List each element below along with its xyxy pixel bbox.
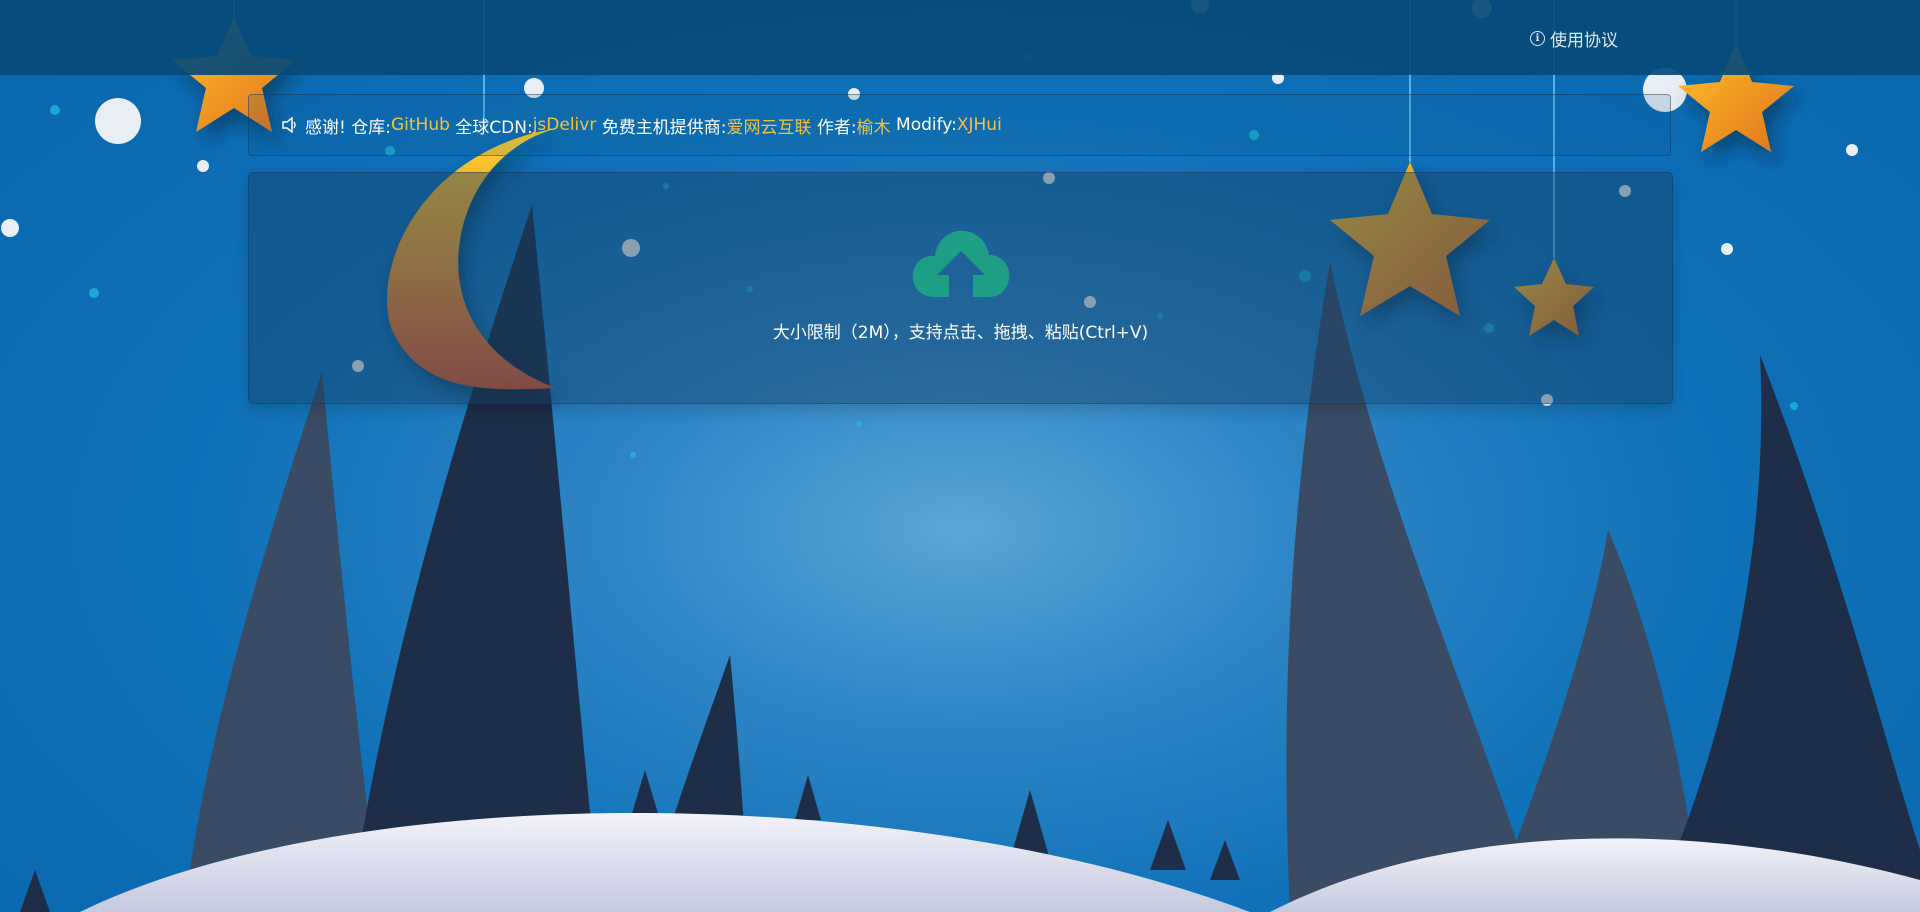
upload-hint: 大小限制（2M），支持点击、拖拽、粘贴(Ctrl+V) (772, 323, 1149, 343)
cloud-upload-icon (912, 230, 1010, 297)
speaker-icon (282, 117, 296, 133)
top-bar (0, 0, 1920, 75)
cdn-label: 全球CDN: (455, 117, 533, 138)
host-provider-link[interactable]: 爱网云互联 (726, 113, 811, 138)
modify-label: Modify: (896, 115, 957, 135)
repo-label: 仓库: (351, 117, 391, 138)
jsdelivr-link[interactable]: jsDelivr (533, 115, 597, 135)
thanks-notice-bar: 感谢! 仓库: GitHub 全球CDN: jsDelivr 免费主机提供商: … (248, 94, 1671, 156)
github-link[interactable]: GitHub (391, 115, 450, 135)
upload-dropzone[interactable]: 大小限制（2M），支持点击、拖拽、粘贴(Ctrl+V) (248, 172, 1673, 404)
modify-author-link[interactable]: XJHui (957, 115, 1002, 135)
author-label: 作者: (816, 117, 857, 138)
terms-of-use-link[interactable]: i 使用协议 (1530, 26, 1618, 51)
terms-of-use-label: 使用协议 (1550, 31, 1618, 51)
info-circle-icon: i (1530, 31, 1545, 46)
host-label: 免费主机提供商: (601, 117, 727, 138)
author-link[interactable]: 榆木 (857, 113, 891, 138)
thanks-text: 感谢! (305, 117, 346, 138)
